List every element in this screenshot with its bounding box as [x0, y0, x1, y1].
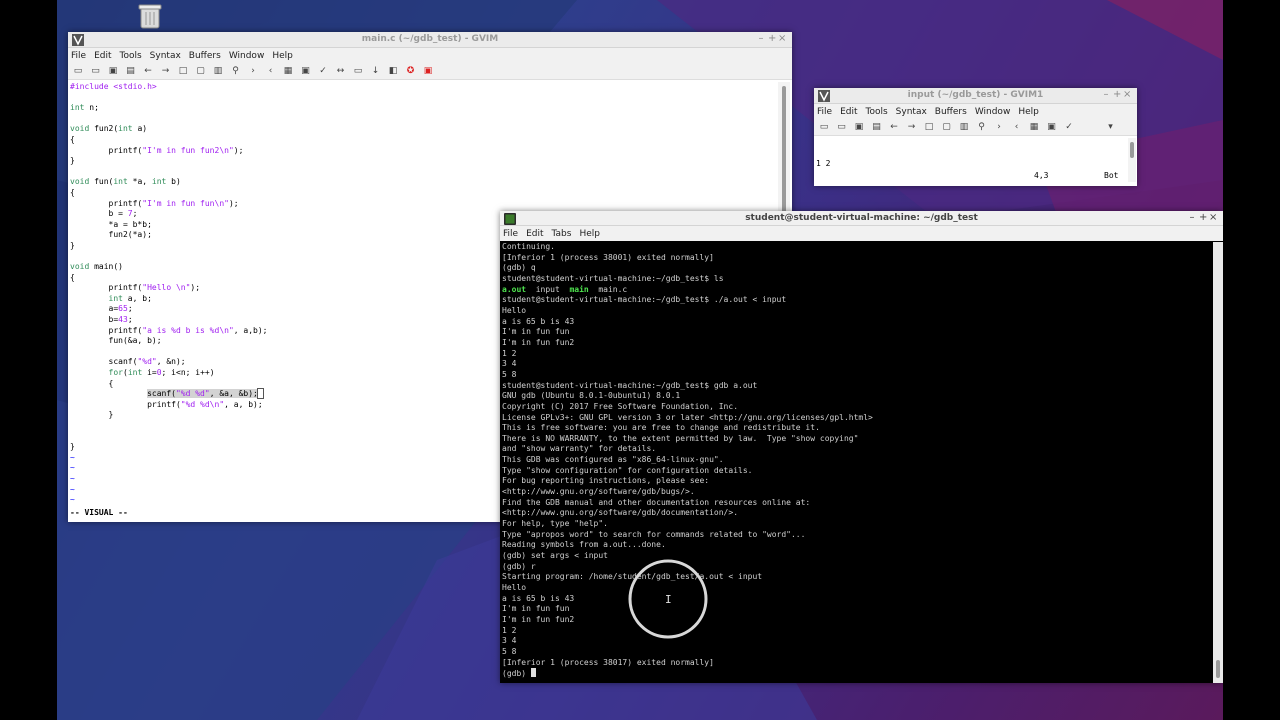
terminal-cursor: [530, 668, 536, 678]
menu-syntax[interactable]: Syntax: [150, 51, 181, 61]
terminal-scrollbar[interactable]: [1213, 242, 1223, 683]
menu-window[interactable]: Window: [975, 107, 1011, 117]
minimize-icon[interactable]: –: [1189, 212, 1199, 223]
find-prev-icon[interactable]: ‹: [266, 66, 276, 76]
scroll-position: Bot: [1104, 171, 1119, 180]
trash-icon[interactable]: [137, 2, 163, 30]
window-title: input (~/gdb_test) - GVIM1: [907, 90, 1044, 100]
print-icon[interactable]: ▤: [126, 66, 136, 76]
menu-window[interactable]: Window: [229, 51, 265, 61]
input-line: 1 2: [816, 159, 831, 169]
redo-icon[interactable]: →: [161, 66, 171, 76]
run-script-icon[interactable]: ✓: [1064, 122, 1074, 132]
gvim-main-menubar: File Edit Tools Syntax Buffers Window He…: [68, 48, 792, 63]
redo-icon[interactable]: →: [907, 122, 917, 132]
terminal-output[interactable]: Continuing. [Inferior 1 (process 38001) …: [502, 242, 1214, 680]
maximize-icon[interactable]: +: [1113, 89, 1123, 100]
minimize-icon[interactable]: –: [758, 33, 768, 44]
maximize-icon[interactable]: +: [768, 33, 778, 44]
save-icon[interactable]: ▭: [91, 66, 101, 76]
cut-icon[interactable]: □: [178, 66, 188, 76]
jump-tag-icon[interactable]: ◧: [388, 66, 398, 76]
save-all-icon[interactable]: ▣: [108, 66, 118, 76]
window-title: main.c (~/gdb_test) - GVIM: [361, 34, 499, 44]
undo-icon[interactable]: ←: [889, 122, 899, 132]
terminal-menubar: File Edit Tabs Help: [500, 226, 1223, 241]
ctags-icon[interactable]: ↓: [371, 66, 381, 76]
paste-icon[interactable]: ▥: [959, 122, 969, 132]
menu-tools[interactable]: Tools: [866, 107, 888, 117]
open-icon[interactable]: ▭: [819, 122, 829, 132]
find-help-icon[interactable]: ▣: [423, 66, 433, 76]
cut-icon[interactable]: □: [924, 122, 934, 132]
toolbar-overflow-icon[interactable]: ▾: [1106, 122, 1116, 132]
menu-edit[interactable]: Edit: [840, 107, 857, 117]
menu-help[interactable]: Help: [272, 51, 293, 61]
menu-edit[interactable]: Edit: [94, 51, 111, 61]
help-icon[interactable]: ✪: [406, 66, 416, 76]
find-icon[interactable]: ⚲: [977, 122, 987, 132]
find-prev-icon[interactable]: ‹: [1012, 122, 1022, 132]
svg-text:I: I: [665, 593, 672, 606]
save-icon[interactable]: ▭: [837, 122, 847, 132]
open-icon[interactable]: ▭: [73, 66, 83, 76]
close-icon[interactable]: ×: [1209, 212, 1219, 223]
scrollbar-thumb[interactable]: [1216, 660, 1220, 678]
vim-mode-indicator: -- VISUAL --: [70, 508, 128, 517]
menu-tools[interactable]: Tools: [120, 51, 142, 61]
save-session-icon[interactable]: ▣: [301, 66, 311, 76]
gvim-main-titlebar[interactable]: main.c (~/gdb_test) - GVIM –+×: [68, 32, 792, 48]
print-icon[interactable]: ▤: [872, 122, 882, 132]
terminal-window[interactable]: student@student-virtual-machine: ~/gdb_t…: [500, 211, 1223, 683]
load-session-icon[interactable]: ▦: [1029, 122, 1039, 132]
window-title: student@student-virtual-machine: ~/gdb_t…: [745, 213, 978, 223]
menu-buffers[interactable]: Buffers: [189, 51, 221, 61]
menu-tabs[interactable]: Tabs: [552, 229, 572, 239]
find-icon[interactable]: ⚲: [231, 66, 241, 76]
copy-icon[interactable]: ▢: [942, 122, 952, 132]
paste-icon[interactable]: ▥: [213, 66, 223, 76]
find-next-icon[interactable]: ›: [248, 66, 258, 76]
shell-icon[interactable]: ▭: [353, 66, 363, 76]
make-icon[interactable]: ↔: [336, 66, 346, 76]
menu-file[interactable]: File: [503, 229, 518, 239]
terminal-titlebar[interactable]: student@student-virtual-machine: ~/gdb_t…: [500, 211, 1223, 226]
cursor-position: 4,3: [1034, 171, 1049, 180]
gvim-input-window[interactable]: input (~/gdb_test) - GVIM1 –+× File Edit…: [814, 88, 1137, 186]
mouse-highlight-icon: I: [628, 559, 708, 639]
save-session-icon[interactable]: ▣: [1047, 122, 1057, 132]
scrollbar-thumb[interactable]: [1130, 142, 1134, 158]
gvim-input-scrollbar[interactable]: [1128, 138, 1136, 182]
close-icon[interactable]: ×: [778, 33, 788, 44]
menu-file[interactable]: File: [817, 107, 832, 117]
find-next-icon[interactable]: ›: [994, 122, 1004, 132]
save-all-icon[interactable]: ▣: [854, 122, 864, 132]
undo-icon[interactable]: ←: [143, 66, 153, 76]
close-icon[interactable]: ×: [1123, 89, 1133, 100]
menu-edit[interactable]: Edit: [526, 229, 543, 239]
run-script-icon[interactable]: ✓: [318, 66, 328, 76]
gvim-input-menubar: File Edit Tools Syntax Buffers Window He…: [814, 104, 1137, 119]
menu-help[interactable]: Help: [1018, 107, 1039, 117]
gvim-input-titlebar[interactable]: input (~/gdb_test) - GVIM1 –+×: [814, 88, 1137, 104]
menu-buffers[interactable]: Buffers: [935, 107, 967, 117]
copy-icon[interactable]: ▢: [196, 66, 206, 76]
menu-file[interactable]: File: [71, 51, 86, 61]
gvim-input-toolbar: ▭ ▭ ▣ ▤ ← → □ ▢ ▥ ⚲ › ‹ ▦ ▣ ✓ ▾: [814, 119, 1137, 136]
input-editor[interactable]: 1 2 3 4 5 8: [816, 138, 1126, 172]
menu-syntax[interactable]: Syntax: [896, 107, 927, 117]
gvim-main-toolbar: ▭ ▭ ▣ ▤ ← → □ ▢ ▥ ⚲ › ‹ ▦ ▣ ✓ ↔ ▭ ↓ ◧ ✪ …: [68, 63, 792, 80]
load-session-icon[interactable]: ▦: [283, 66, 293, 76]
minimize-icon[interactable]: –: [1103, 89, 1113, 100]
menu-help[interactable]: Help: [579, 229, 600, 239]
maximize-icon[interactable]: +: [1199, 212, 1209, 223]
